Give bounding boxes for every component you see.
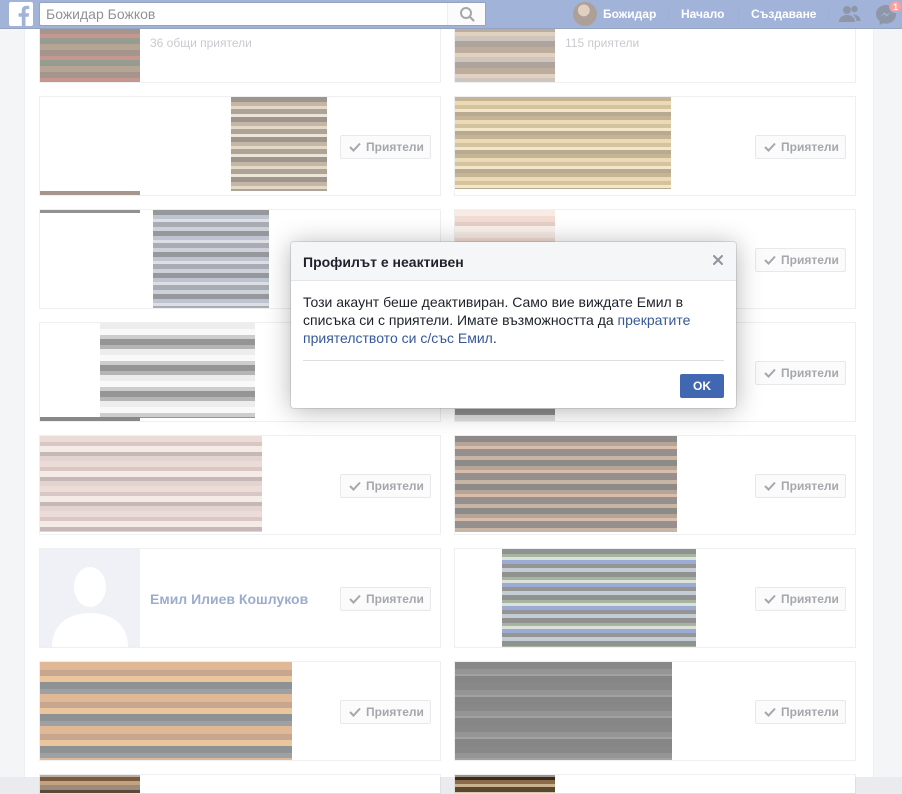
inactive-profile-dialog: Профилът е неактивен Този акаунт беше де… (291, 242, 736, 408)
dialog-footer: OK (303, 360, 724, 400)
ok-button[interactable]: OK (680, 374, 724, 398)
dialog-title: Профилът е неактивен (303, 254, 464, 270)
dialog-header: Профилът е неактивен (291, 242, 736, 281)
friend-card (39, 774, 441, 794)
close-icon[interactable] (712, 254, 724, 266)
friend-card (454, 774, 856, 794)
dialog-body: Този акаунт беше деактивиран. Само вие в… (291, 281, 736, 359)
dialog-message-end: . (492, 330, 497, 346)
